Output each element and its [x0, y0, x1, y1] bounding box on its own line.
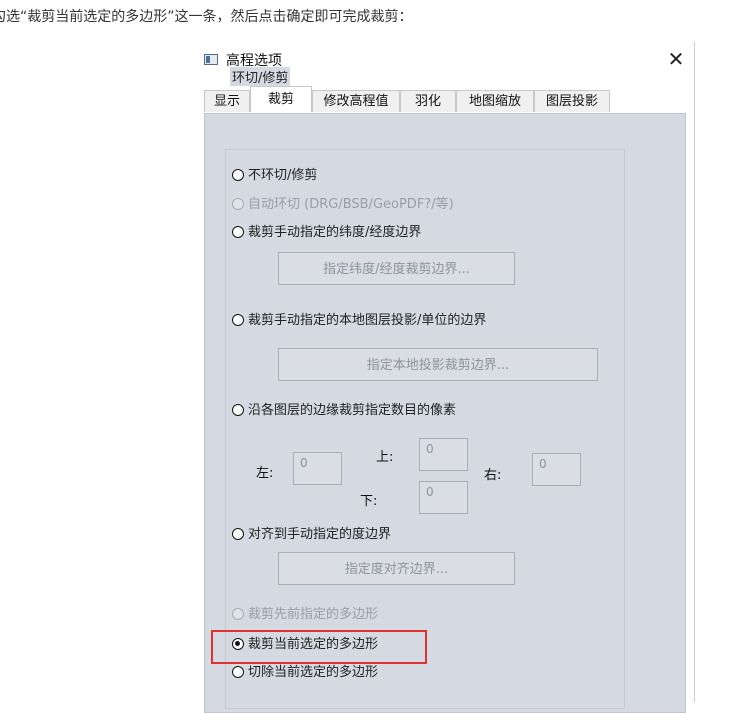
specify-degree-snap-button[interactable]: 指定度对齐边界... [278, 552, 515, 585]
radio-prev-polygon[interactable]: 裁剪先前指定的多边形 [232, 606, 378, 624]
radio-auto-clip[interactable]: 自动环切 (DRG/BSB/GeoPDF?/等) [232, 196, 454, 214]
bottom-label: 下: [360, 494, 378, 509]
radio-latlon-bounds[interactable]: 裁剪手动指定的纬度/经度边界 [232, 224, 421, 242]
right-pixels-input[interactable]: 0 [532, 453, 581, 486]
radio-edge-pixels[interactable]: 沿各图层的边缘裁剪指定数目的像素 [232, 402, 456, 420]
radio-label: 自动环切 (DRG/BSB/GeoPDF?/等) [248, 197, 454, 212]
radio-local-bounds[interactable]: 裁剪手动指定的本地图层投影/单位的边界 [232, 312, 486, 330]
tab-feather[interactable]: 羽化 [400, 90, 456, 112]
left-pixels-input[interactable]: 0 [293, 452, 342, 485]
specify-latlon-bounds-button[interactable]: 指定纬度/经度裁剪边界... [278, 252, 515, 285]
radio-label: 切除当前选定的多边形 [248, 665, 379, 680]
tab-crop[interactable]: 裁剪 [250, 86, 312, 112]
radio-label: 裁剪手动指定的本地图层投影/单位的边界 [248, 313, 487, 328]
red-highlight-box [211, 630, 427, 664]
radio-circle [232, 666, 244, 678]
tab-display[interactable]: 显示 [204, 90, 250, 112]
radio-snap-degree[interactable]: 对齐到手动指定的度边界 [232, 526, 391, 544]
elevation-options-dialog: 高程选项 ✕ 显示 裁剪 修改高程值 羽化 地图缩放 图层投影 环切/修剪 不环… [196, 42, 695, 713]
radio-circle [232, 169, 244, 181]
radio-label: 裁剪先前指定的多边形 [248, 607, 379, 622]
instruction-caption: 勾选“裁剪当前选定的多边形”这一条，然后点击确定即可完成裁剪： [0, 9, 413, 25]
group-title: 环切/修剪 [230, 67, 291, 86]
radio-circle [232, 608, 244, 620]
left-label: 左: [256, 466, 274, 481]
radio-label: 沿各图层的边缘裁剪指定数目的像素 [248, 403, 457, 418]
specify-local-bounds-button[interactable]: 指定本地投影裁剪边界... [278, 348, 598, 381]
radio-circle [232, 404, 244, 416]
top-pixels-input[interactable]: 0 [419, 438, 468, 471]
window-icon [204, 54, 218, 65]
bottom-pixels-input[interactable]: 0 [419, 481, 468, 514]
radio-label: 对齐到手动指定的度边界 [248, 527, 392, 542]
right-label: 右: [484, 468, 502, 483]
radio-label: 不环切/修剪 [248, 168, 318, 183]
radio-circle [232, 528, 244, 540]
radio-circle [232, 314, 244, 326]
radio-no-clip[interactable]: 不环切/修剪 [232, 167, 317, 185]
tab-modify-elevation[interactable]: 修改高程值 [312, 90, 400, 112]
radio-circle [232, 198, 244, 210]
tab-bar: 显示 裁剪 修改高程值 羽化 地图缩放 图层投影 [204, 86, 684, 114]
close-button[interactable]: ✕ [664, 47, 688, 71]
tab-layer-projection[interactable]: 图层投影 [534, 90, 610, 112]
tab-map-zoom[interactable]: 地图缩放 [456, 90, 534, 112]
top-label: 上: [376, 450, 394, 465]
radio-label: 裁剪手动指定的纬度/经度边界 [248, 225, 422, 240]
radio-cut-polygon[interactable]: 切除当前选定的多边形 [232, 664, 378, 682]
radio-circle [232, 226, 244, 238]
